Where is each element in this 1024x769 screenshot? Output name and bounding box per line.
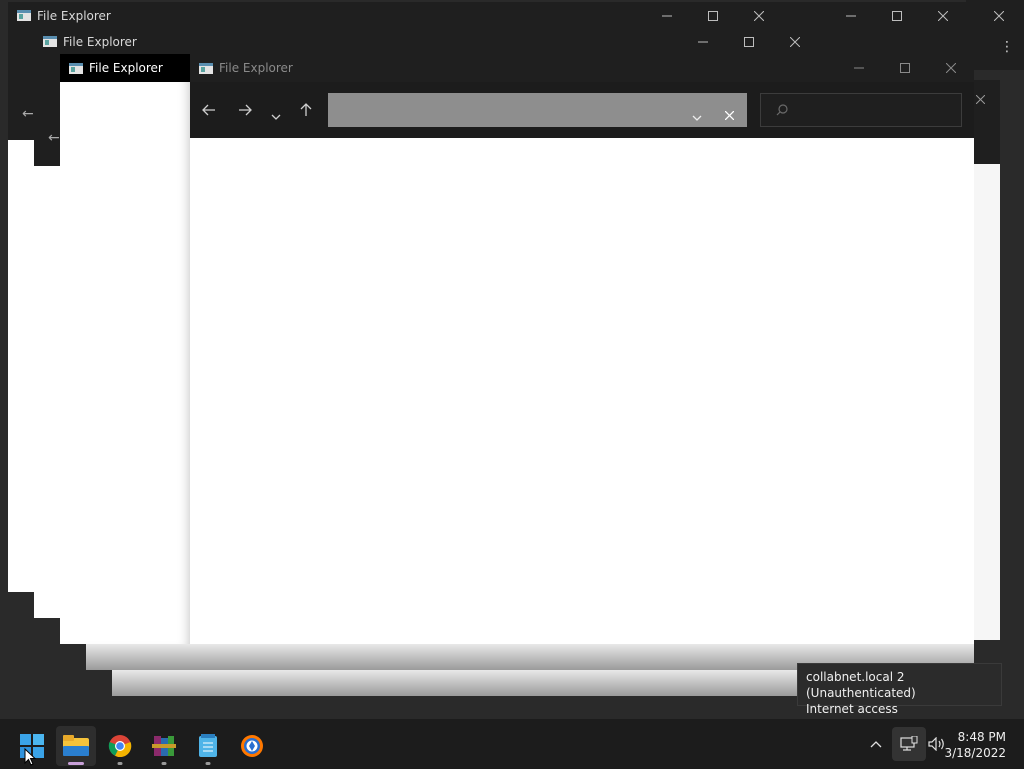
- network-icon: [900, 736, 918, 751]
- chrome-icon: [108, 735, 132, 758]
- maximize-button[interactable]: [690, 2, 736, 30]
- volume-icon: [928, 737, 944, 751]
- back-arrow-icon[interactable]: ←: [48, 130, 60, 146]
- address-dropdown-button[interactable]: [692, 106, 702, 125]
- running-indicator: [117, 762, 123, 765]
- window-remnant-panel: [974, 80, 1000, 640]
- chevron-down-icon: [271, 114, 281, 120]
- running-indicator: [205, 762, 211, 765]
- close-button[interactable]: [920, 2, 966, 30]
- active-tab[interactable]: File Explorer: [60, 54, 190, 82]
- taskbar-avast[interactable]: [232, 726, 272, 766]
- search-input[interactable]: [795, 100, 955, 120]
- caption-buttons: [836, 54, 974, 82]
- clock-date: 3/18/2022: [944, 746, 1006, 760]
- content-pane: [974, 164, 1000, 640]
- address-input[interactable]: [334, 99, 674, 121]
- close-icon[interactable]: [993, 6, 1005, 25]
- back-arrow-icon: [202, 104, 215, 116]
- search-icon: [776, 104, 788, 116]
- winrar-icon: [152, 736, 176, 756]
- file-list-pane[interactable]: [190, 138, 974, 644]
- taskbar-notepad[interactable]: [188, 726, 228, 766]
- window-remnant: ⋮: [966, 0, 1024, 70]
- show-hidden-icons-button[interactable]: [866, 740, 886, 748]
- address-clear-button[interactable]: [724, 105, 735, 124]
- clock-time: 8:48 PM: [957, 730, 1006, 744]
- file-explorer-icon: [17, 10, 31, 21]
- network-button[interactable]: [892, 727, 926, 761]
- taskbar: 8:48 PM 3/18/2022: [0, 718, 1024, 768]
- taskbar-chrome[interactable]: [100, 726, 140, 766]
- back-button[interactable]: [202, 101, 216, 120]
- avast-icon: [241, 735, 263, 757]
- mouse-cursor-icon: [24, 748, 36, 766]
- clock[interactable]: 8:48 PM 3/18/2022: [944, 729, 1006, 761]
- up-arrow-icon: [300, 103, 312, 116]
- toolbar: [190, 82, 974, 138]
- address-bar[interactable]: [328, 93, 747, 127]
- maximize-button[interactable]: [874, 2, 920, 30]
- forward-button[interactable]: [238, 101, 252, 120]
- minimize-button[interactable]: [680, 28, 726, 56]
- chevron-down-icon: [692, 115, 702, 121]
- taskbar-winrar[interactable]: [144, 726, 184, 766]
- system-tray: [866, 719, 948, 769]
- close-button[interactable]: [772, 28, 818, 56]
- more-options-icon[interactable]: ⋮: [1000, 40, 1014, 54]
- close-icon: [724, 110, 735, 121]
- window-title: File Explorer: [37, 8, 111, 23]
- maximize-button[interactable]: [726, 28, 772, 56]
- network-name: collabnet.local 2 (Unauthenticated): [806, 670, 916, 700]
- tab-title: File Explorer: [89, 61, 163, 75]
- chevron-up-icon: [870, 740, 882, 747]
- minimize-button[interactable]: [644, 2, 690, 30]
- search-box[interactable]: [760, 93, 962, 127]
- taskbar-file-explorer[interactable]: [56, 726, 96, 766]
- close-button[interactable]: [736, 2, 782, 30]
- forward-arrow-icon: [239, 104, 252, 116]
- caption-buttons: [680, 28, 818, 56]
- back-arrow-icon[interactable]: ←: [22, 106, 34, 122]
- network-status: Internet access: [806, 702, 898, 716]
- minimize-button[interactable]: [836, 54, 882, 82]
- minimize-button[interactable]: [828, 2, 874, 30]
- desktop: File Explorer ← File Explorer ← ⋮ File E…: [0, 0, 1024, 718]
- file-explorer-icon: [43, 36, 57, 47]
- window-title: File Explorer: [63, 34, 137, 49]
- window-title: File Explorer: [219, 61, 293, 75]
- caption-buttons-2: [828, 2, 966, 30]
- file-explorer-icon: [199, 62, 213, 74]
- running-indicator: [161, 762, 167, 765]
- folder-icon: [63, 735, 89, 756]
- maximize-button[interactable]: [882, 54, 928, 82]
- title-bar[interactable]: File Explorer: [8, 2, 966, 29]
- notepad-icon: [199, 734, 217, 757]
- close-button[interactable]: [928, 54, 974, 82]
- explorer-window-main[interactable]: File Explorer File Explorer: [60, 54, 974, 644]
- caption-buttons: [644, 2, 782, 30]
- active-indicator: [68, 762, 84, 765]
- up-button[interactable]: [300, 102, 312, 121]
- close-icon[interactable]: [975, 89, 986, 108]
- file-explorer-icon: [69, 62, 83, 74]
- network-tooltip: collabnet.local 2 (Unauthenticated) Inte…: [797, 663, 1002, 716]
- recent-locations-button[interactable]: [271, 105, 281, 124]
- navigation-pane: [60, 82, 190, 644]
